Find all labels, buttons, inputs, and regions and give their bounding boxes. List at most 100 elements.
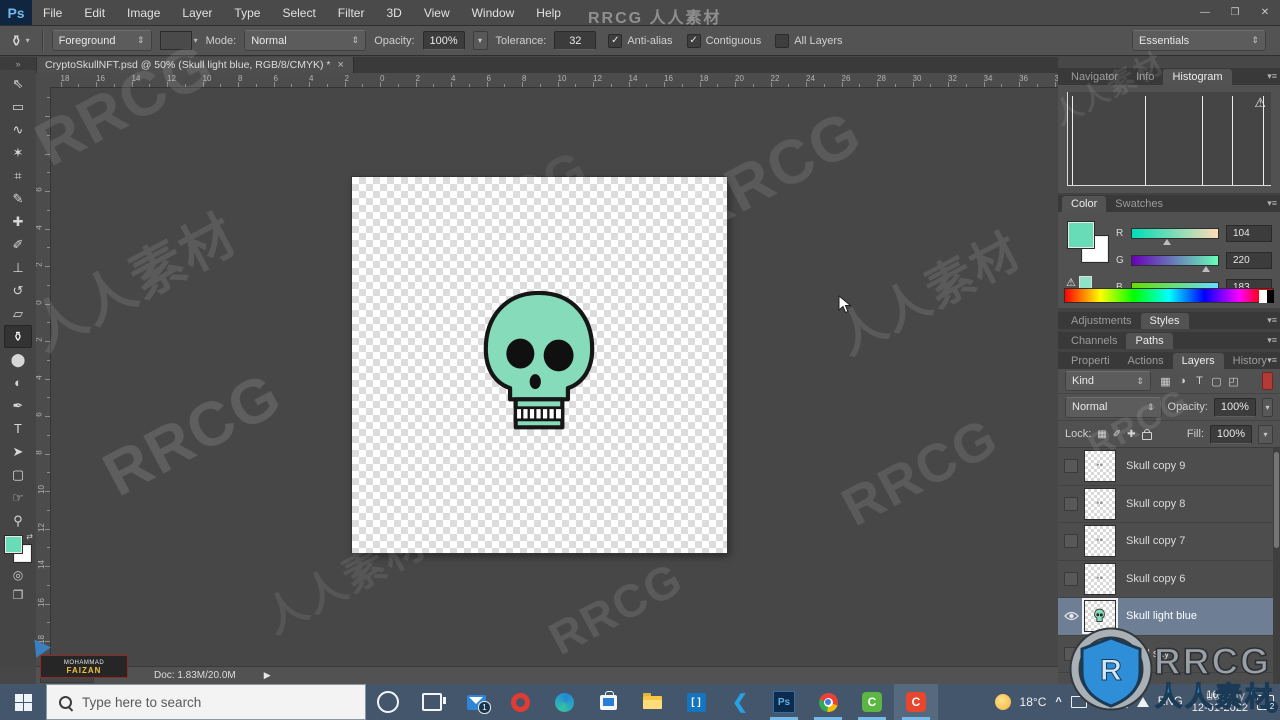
channel-slider[interactable] [1131,227,1219,245]
menu-file[interactable]: File [32,0,73,25]
tab-swatches[interactable]: Swatches [1106,196,1172,212]
active-tool-icon[interactable]: ⚱ ▾ [6,32,34,50]
display-icon[interactable] [1111,696,1128,708]
tab-adjustments[interactable]: Adjustments [1062,313,1141,329]
opacity-dropdown-button[interactable]: ▾ [472,31,488,50]
option-anti-alias[interactable]: ✓ Anti-alias [608,33,673,48]
camtasia-button[interactable]: C [850,684,894,720]
hand-tool[interactable]: ☞ [4,486,32,509]
color-spectrum-bar[interactable] [1064,288,1274,303]
tab-channels[interactable]: Channels [1062,333,1126,349]
opacity-dropdown-button[interactable]: ▾ [1261,397,1273,417]
clone-stamp-tool[interactable]: ⊥ [4,256,32,279]
document-tab[interactable]: CryptoSkullNFT.psd @ 50% (Skull light bl… [36,57,354,73]
paint-bucket-tool[interactable]: ⚱ [4,325,32,348]
pattern-picker[interactable]: ▾ [159,31,198,50]
visibility-checkbox[interactable] [1064,534,1078,549]
healing-brush-tool[interactable]: ✚ [4,210,32,233]
cortana-button[interactable] [366,684,410,720]
scrollbar-thumb[interactable] [1274,452,1279,548]
channel-value[interactable]: 220 [1226,251,1272,269]
layer-opacity-value[interactable]: 100% [1213,397,1256,417]
checkbox-icon[interactable]: ✓ [686,33,701,48]
visibility-toggle[interactable] [1058,646,1084,661]
panel-menu-icon[interactable]: ▾≡ [1267,71,1277,82]
channel-slider[interactable] [1131,254,1219,272]
foreground-color-swatch[interactable] [1068,222,1094,248]
microphone-icon[interactable] [1095,696,1103,708]
layer-row[interactable]: Skull sky [1058,636,1280,673]
layer-thumbnail[interactable] [1084,637,1116,670]
crop-tool[interactable]: ⌗ [4,164,32,187]
eraser-tool[interactable]: ▱ [4,302,32,325]
status-expand-icon[interactable]: ▶ [264,670,271,681]
blur-tool[interactable]: ⬤ [4,348,32,371]
mail-button[interactable]: 1 [454,684,498,720]
edge-button[interactable] [542,684,586,720]
task-view-button[interactable] [410,684,454,720]
menu-type[interactable]: Type [223,0,271,25]
panel-menu-icon[interactable]: ▾≡ [1267,335,1277,346]
filter-type-icon-0[interactable]: ▦ [1157,375,1174,388]
start-button[interactable] [0,684,46,720]
layers-scrollbar[interactable] [1273,448,1280,706]
tray-expand-icon[interactable]: ^ [1055,696,1061,708]
screen-mode-icon[interactable]: ❐ [13,588,24,602]
document-canvas[interactable] [352,177,727,553]
visibility-checkbox[interactable] [1064,646,1078,661]
mode-dropdown[interactable]: Normal ⇕ [244,30,367,51]
checkbox-icon[interactable]: ✓ [608,33,623,48]
vscode-button[interactable]: ❮ [718,684,762,720]
quick-mask-icon[interactable]: ◎ [13,568,23,582]
dodge-tool[interactable]: ◐ [4,371,32,394]
visibility-toggle[interactable] [1058,534,1084,549]
path-select-tool[interactable]: ➤ [4,440,32,463]
visibility-toggle[interactable] [1058,459,1084,474]
close-tab-icon[interactable]: × [338,59,344,71]
weather-icon[interactable] [994,694,1011,710]
keyboard-icon[interactable] [1070,696,1087,708]
notification-icon[interactable]: 2 [1257,694,1278,713]
filter-type-icon-1[interactable]: ◑ [1174,375,1191,388]
camtasia-recorder-button[interactable]: C [894,684,938,720]
menu-view[interactable]: View [413,0,461,25]
visibility-checkbox[interactable] [1064,459,1078,474]
layer-row[interactable]: Skull light blue [1058,598,1280,636]
menu-window[interactable]: Window [461,0,526,25]
fill-source-dropdown[interactable]: Foreground ⇕ [51,30,152,51]
close-button[interactable]: ✕ [1250,0,1280,25]
pen-tool[interactable]: ✒ [4,394,32,417]
tab-styles[interactable]: Styles [1140,313,1189,329]
workspace-dropdown[interactable]: Essentials ⇕ [1132,30,1266,51]
brush-tool[interactable]: ✐ [4,233,32,256]
foreground-color-swatch[interactable] [5,536,22,553]
visibility-toggle[interactable] [1058,496,1084,511]
fill-dropdown-button[interactable]: ▾ [1258,424,1273,444]
layer-row[interactable]: Skull copy 6 [1058,561,1280,598]
layer-filter-toggle[interactable] [1262,372,1273,390]
layer-row[interactable]: Skull copy 8 [1058,486,1280,523]
language-indicator[interactable]: ENG [1158,696,1183,708]
filter-type-icon-3[interactable]: ▢ [1208,375,1225,388]
network-icon[interactable] [1136,697,1149,707]
spectrum-bw-swatches[interactable] [1259,290,1274,303]
channel-value[interactable]: 104 [1226,224,1272,242]
filter-type-icon-4[interactable]: ◰ [1225,375,1242,388]
tab-info[interactable]: Info [1127,69,1163,85]
swap-colors-icon[interactable]: ⇄ [26,532,33,541]
layer-thumbnail[interactable] [1084,562,1116,595]
menu-edit[interactable]: Edit [73,0,116,25]
panel-menu-icon[interactable]: ▾≡ [1267,315,1277,326]
layer-row[interactable]: Skull copy 7 [1058,523,1280,561]
restore-button[interactable]: ❐ [1220,0,1250,25]
visibility-checkbox[interactable] [1064,496,1078,511]
shape-tool[interactable]: ▢ [4,463,32,486]
tolerance-input[interactable]: 32 [554,31,597,50]
slider-thumb[interactable] [1163,238,1172,245]
tab-paths[interactable]: Paths [1126,333,1173,349]
tab-color[interactable]: Color [1062,196,1107,212]
blend-mode-dropdown[interactable]: Normal ⇕ [1065,396,1162,418]
lock-transparency-icon[interactable]: ▦ [1097,429,1106,440]
option-all-layers[interactable]: All Layers [775,33,843,48]
panel-menu-icon[interactable]: ▾≡ [1267,198,1277,209]
